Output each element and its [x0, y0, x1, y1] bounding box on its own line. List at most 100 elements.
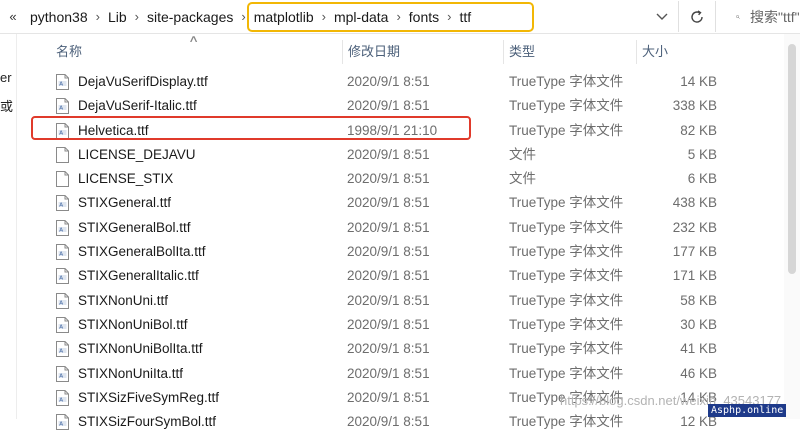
file-size: 82 KB	[680, 122, 717, 138]
file-name: STIXGeneralItalic.ttf	[78, 268, 199, 284]
file-size: 58 KB	[680, 292, 717, 308]
chevron-right-icon[interactable]: ›	[94, 9, 102, 24]
file-size: 177 KB	[672, 244, 717, 260]
file-name: DejaVuSerifDisplay.ttf	[78, 74, 208, 89]
vertical-scrollbar[interactable]	[784, 34, 800, 419]
chevron-right-icon[interactable]: ›	[239, 9, 247, 24]
breadcrumb-item-site-packages[interactable]: site-packages	[141, 9, 239, 25]
file-name: STIXNonUni.ttf	[78, 292, 169, 308]
chevron-right-icon[interactable]: ›	[445, 9, 453, 24]
file-name-cell[interactable]: A STIXNonUniIta.ttf	[56, 362, 183, 386]
file-row[interactable]: A STIXNonUniBol.ttf 2020/9/1 8:51 TrueTy…	[40, 313, 800, 337]
font-file-icon: A	[56, 244, 69, 261]
file-name-cell[interactable]: LICENSE_STIX	[56, 167, 173, 191]
file-name: Helvetica.ttf	[78, 122, 149, 138]
address-history-button[interactable]	[652, 0, 672, 33]
chevron-right-icon[interactable]: ›	[394, 9, 402, 24]
file-row[interactable]: A STIXGeneral.ttf 2020/9/1 8:51 TrueType…	[40, 191, 800, 215]
address-bar: « python38 › Lib › site-packages › matpl…	[0, 0, 800, 34]
breadcrumb-overflow-icon[interactable]: «	[2, 9, 24, 24]
column-header-type[interactable]: 类型	[503, 34, 633, 70]
file-name-cell[interactable]: LICENSE_DEJAVU	[56, 143, 196, 167]
refresh-button[interactable]	[678, 1, 716, 32]
file-date: 2020/9/1 8:51	[347, 292, 430, 308]
nav-item-fragment[interactable]: 或	[0, 96, 13, 115]
file-type: TrueType 字体文件	[509, 292, 624, 308]
svg-text:A: A	[59, 106, 63, 112]
font-file-icon: A	[56, 365, 69, 382]
file-name-cell[interactable]: A STIXSizFiveSymReg.ttf	[56, 386, 219, 410]
file-type: TrueType 字体文件	[509, 244, 624, 260]
file-date: 2020/9/1 8:51	[347, 414, 430, 430]
file-name: STIXGeneralBolIta.ttf	[78, 244, 206, 260]
file-row[interactable]: A STIXNonUniBolIta.ttf 2020/9/1 8:51 Tru…	[40, 337, 800, 361]
breadcrumb-item-matplotlib[interactable]: matplotlib	[248, 9, 320, 25]
file-name-cell[interactable]: A STIXNonUniBolIta.ttf	[56, 337, 203, 361]
file-size: 6 KB	[687, 171, 717, 187]
file-type: TrueType 字体文件	[509, 219, 624, 235]
file-name-cell[interactable]: A STIXGeneralBol.ttf	[56, 216, 191, 240]
file-row[interactable]: A STIXGeneralBol.ttf 2020/9/1 8:51 TrueT…	[40, 216, 800, 240]
file-name: STIXGeneralBol.ttf	[78, 219, 191, 235]
breadcrumb: « python38 › Lib › site-packages › matpl…	[0, 0, 477, 33]
file-name-cell[interactable]: A STIXNonUniBol.ttf	[56, 313, 188, 337]
file-date: 2020/9/1 8:51	[347, 316, 430, 332]
file-row[interactable]: LICENSE_DEJAVU 2020/9/1 8:51 文件 5 KB	[40, 143, 800, 167]
file-name-cell[interactable]: A STIXNonUni.ttf	[56, 289, 168, 313]
column-header-date[interactable]: 修改日期	[342, 34, 502, 70]
file-name-cell[interactable]: A STIXGeneralItalic.ttf	[56, 264, 199, 288]
file-row[interactable]: LICENSE_STIX 2020/9/1 8:51 文件 6 KB	[40, 167, 800, 191]
file-row[interactable]: A STIXGeneralItalic.ttf 2020/9/1 8:51 Tr…	[40, 264, 800, 288]
file-type: TrueType 字体文件	[509, 122, 624, 138]
search-input[interactable]	[750, 8, 800, 25]
file-row[interactable]: A Helvetica.ttf 1998/9/1 21:10 TrueType …	[40, 119, 800, 143]
scrollbar-thumb[interactable]	[788, 44, 796, 274]
breadcrumb-item-lib[interactable]: Lib	[102, 9, 133, 25]
chevron-right-icon[interactable]: ›	[320, 9, 328, 24]
breadcrumb-item-ttf[interactable]: ttf	[454, 9, 478, 25]
navigation-pane[interactable]: er 或	[0, 34, 17, 419]
breadcrumb-item-python38[interactable]: python38	[24, 9, 94, 25]
svg-text:A: A	[59, 203, 63, 209]
file-size: 41 KB	[680, 341, 717, 357]
file-name: STIXNonUniBol.ttf	[78, 316, 188, 332]
file-name-cell[interactable]: A DejaVuSerif-Italic.ttf	[56, 94, 197, 118]
breadcrumb-item-fonts[interactable]: fonts	[403, 9, 445, 25]
file-type: TrueType 字体文件	[509, 98, 624, 114]
file-name-cell[interactable]: A Helvetica.ttf	[56, 119, 149, 143]
svg-text:A: A	[59, 82, 63, 88]
breadcrumb-item-mpl-data[interactable]: mpl-data	[328, 9, 394, 25]
chevron-right-icon[interactable]: ›	[133, 9, 141, 24]
file-date: 2020/9/1 8:51	[347, 341, 430, 357]
nav-item-fragment[interactable]: er	[0, 70, 12, 85]
column-header-size[interactable]: 大小	[636, 34, 736, 70]
file-row[interactable]: A DejaVuSerifDisplay.ttf 2020/9/1 8:51 T…	[40, 70, 800, 94]
font-file-icon: A	[56, 74, 69, 90]
file-row[interactable]: A STIXNonUniIta.ttf 2020/9/1 8:51 TrueTy…	[40, 362, 800, 386]
file-name-cell[interactable]: A DejaVuSerifDisplay.ttf	[56, 70, 208, 94]
svg-text:A: A	[59, 422, 63, 428]
file-row[interactable]: A STIXSizFourSymBol.ttf 2020/9/1 8:51 Tr…	[40, 410, 800, 434]
file-date: 2020/9/1 8:51	[347, 74, 430, 89]
search-box[interactable]	[722, 0, 800, 33]
file-type: TrueType 字体文件	[509, 414, 624, 430]
file-size: 5 KB	[687, 146, 717, 162]
file-date: 2020/9/1 8:51	[347, 219, 430, 235]
file-name: DejaVuSerif-Italic.ttf	[78, 98, 197, 114]
file-row[interactable]: A STIXNonUni.ttf 2020/9/1 8:51 TrueType …	[40, 289, 800, 313]
file-row[interactable]: A STIXGeneralBolIta.ttf 2020/9/1 8:51 Tr…	[40, 240, 800, 264]
file-date: 2020/9/1 8:51	[347, 389, 430, 405]
file-type: TrueType 字体文件	[509, 268, 624, 284]
search-icon	[736, 14, 740, 19]
svg-text:A: A	[59, 130, 63, 136]
file-type: TrueType 字体文件	[509, 195, 624, 211]
file-name-cell[interactable]: A STIXSizFourSymBol.ttf	[56, 410, 216, 434]
file-name: STIXNonUniBolIta.ttf	[78, 341, 203, 357]
file-size: 338 KB	[672, 98, 717, 114]
file-date: 2020/9/1 8:51	[347, 195, 430, 211]
file-name-cell[interactable]: A STIXGeneralBolIta.ttf	[56, 240, 206, 264]
file-row[interactable]: A DejaVuSerif-Italic.ttf 2020/9/1 8:51 T…	[40, 94, 800, 118]
font-file-icon: A	[56, 316, 69, 333]
font-file-icon: A	[56, 292, 69, 309]
file-name-cell[interactable]: A STIXGeneral.ttf	[56, 191, 171, 215]
